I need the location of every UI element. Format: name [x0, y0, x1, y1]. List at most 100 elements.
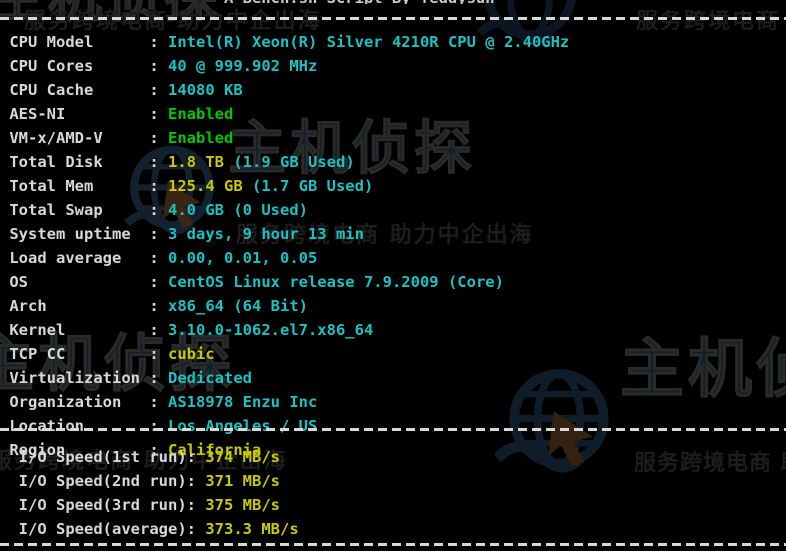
row-colon: : — [149, 225, 168, 243]
row-label: Kernel — [9, 321, 149, 339]
row-label: CPU Cache — [9, 81, 149, 99]
row-indent — [0, 345, 9, 363]
info-row: TCP CC : cubic — [0, 342, 786, 366]
row-value: 14080 KB — [168, 81, 243, 99]
row-indent — [0, 225, 9, 243]
row-colon: : — [149, 153, 168, 171]
row-value: 371 MB/s — [205, 472, 280, 490]
row-colon: : — [149, 177, 168, 195]
separator-top — [0, 17, 786, 20]
row-indent — [0, 520, 9, 538]
row-value: CentOS Linux release 7.9.2009 (Core) — [168, 273, 504, 291]
info-row: Total Swap : 4.0 GB (0 Used) — [0, 198, 786, 222]
row-label: VM-x/AMD-V — [9, 129, 149, 147]
row-colon: : — [149, 201, 168, 219]
row-label: Total Disk — [9, 153, 149, 171]
row-colon: : — [187, 472, 206, 490]
info-row: I/O Speed(2nd run): 371 MB/s — [0, 469, 786, 493]
row-label: Load average — [9, 249, 149, 267]
row-colon: : — [149, 321, 168, 339]
row-label: I/O Speed(1st run) — [9, 448, 186, 466]
info-row: CPU Model : Intel(R) Xeon(R) Silver 4210… — [0, 30, 786, 54]
row-colon: : — [149, 393, 168, 411]
row-value: Enabled — [168, 129, 233, 147]
terminal-window: 主机侦探 服务跨境电商 助力中企出海 服务跨境电商 助力中企出海 主机侦探 服务… — [0, 0, 786, 551]
info-row: Total Disk : 1.8 TB (1.9 GB Used) — [0, 150, 786, 174]
row-label: Virtualization — [9, 369, 149, 387]
row-value: Enabled — [168, 105, 233, 123]
row-value: 374 MB/s — [205, 448, 280, 466]
row-indent — [0, 417, 9, 435]
info-row: OS : CentOS Linux release 7.9.2009 (Core… — [0, 270, 786, 294]
row-label: Location — [9, 417, 149, 435]
row-label: Total Swap — [9, 201, 149, 219]
row-value: 373.3 MB/s — [205, 520, 298, 538]
row-indent — [0, 153, 9, 171]
row-label: Total Mem — [9, 177, 149, 195]
info-row: I/O Speed(1st run): 374 MB/s — [0, 445, 786, 469]
row-value: Intel(R) Xeon(R) Silver 4210R CPU @ 2.40… — [168, 33, 569, 51]
row-indent — [0, 57, 9, 75]
info-row: System uptime : 3 days, 9 hour 13 min — [0, 222, 786, 246]
row-value: cubic — [168, 345, 215, 363]
row-value: 4.0 GB (0 Used) — [168, 201, 308, 219]
row-indent — [0, 369, 9, 387]
separator-bottom — [0, 543, 786, 546]
row-indent — [0, 496, 9, 514]
row-indent — [0, 81, 9, 99]
info-row: AES-NI : Enabled — [0, 102, 786, 126]
info-row: Organization : AS18978 Enzu Inc — [0, 390, 786, 414]
row-value: 3.10.0-1062.el7.x86_64 — [168, 321, 373, 339]
row-indent — [0, 105, 9, 123]
row-indent — [0, 273, 9, 291]
row-colon: : — [149, 81, 168, 99]
row-value-secondary: (1.7 GB Used) — [243, 177, 374, 195]
row-value: 0.00, 0.01, 0.05 — [168, 249, 317, 267]
row-label: Arch — [9, 297, 149, 315]
info-row: Total Mem : 125.4 GB (1.7 GB Used) — [0, 174, 786, 198]
row-indent — [0, 201, 9, 219]
row-label: CPU Cores — [9, 57, 149, 75]
row-colon: : — [149, 345, 168, 363]
row-value: 375 MB/s — [205, 496, 280, 514]
row-indent — [0, 472, 9, 490]
row-label: System uptime — [9, 225, 149, 243]
row-colon: : — [187, 520, 206, 538]
row-indent — [0, 448, 9, 466]
info-row: Virtualization : Dedicated — [0, 366, 786, 390]
row-value: 1.8 TB — [168, 153, 224, 171]
row-label: I/O Speed(3rd run) — [9, 496, 186, 514]
row-colon: : — [149, 129, 168, 147]
row-value: x86_64 (64 Bit) — [168, 297, 308, 315]
row-indent — [0, 249, 9, 267]
row-colon: : — [149, 57, 168, 75]
row-indent — [0, 297, 9, 315]
row-colon: : — [149, 105, 168, 123]
row-label: AES-NI — [9, 105, 149, 123]
row-value: Los Angeles / US — [168, 417, 317, 435]
row-label: I/O Speed(average) — [9, 520, 186, 538]
separator-middle — [0, 428, 786, 431]
info-row: Arch : x86_64 (64 Bit) — [0, 294, 786, 318]
row-colon: : — [149, 417, 168, 435]
row-colon: : — [187, 496, 206, 514]
row-value: 3 days, 9 hour 13 min — [168, 225, 364, 243]
info-row: CPU Cache : 14080 KB — [0, 78, 786, 102]
row-colon: : — [187, 448, 206, 466]
row-colon: : — [149, 273, 168, 291]
row-label: TCP CC — [9, 345, 149, 363]
row-colon: : — [149, 33, 168, 51]
row-colon: : — [149, 297, 168, 315]
info-row: I/O Speed(average): 373.3 MB/s — [0, 517, 786, 541]
output-lines: CPU Model : Intel(R) Xeon(R) Silver 4210… — [0, 0, 786, 551]
row-value: AS18978 Enzu Inc — [168, 393, 317, 411]
info-row: Kernel : 3.10.0-1062.el7.x86_64 — [0, 318, 786, 342]
row-label: Organization — [9, 393, 149, 411]
row-label: CPU Model — [9, 33, 149, 51]
row-label: OS — [9, 273, 149, 291]
row-colon: : — [149, 249, 168, 267]
row-indent — [0, 393, 9, 411]
row-indent — [0, 33, 9, 51]
info-row: Load average : 0.00, 0.01, 0.05 — [0, 246, 786, 270]
info-row: Location : Los Angeles / US — [0, 414, 786, 438]
